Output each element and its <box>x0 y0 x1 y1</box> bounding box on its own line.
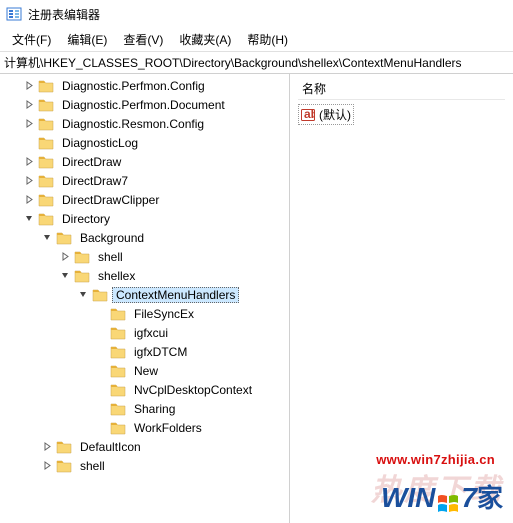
tree-item[interactable]: Diagnostic.Perfmon.Config <box>0 76 289 95</box>
tree-item[interactable]: shellex <box>0 266 289 285</box>
menu-view[interactable]: 查看(V) <box>115 29 171 50</box>
tree-item[interactable]: Directory <box>0 209 289 228</box>
regedit-icon <box>6 6 22 22</box>
tree-item-label: Diagnostic.Perfmon.Document <box>58 98 229 112</box>
folder-icon <box>38 79 54 93</box>
tree-item[interactable]: Background <box>0 228 289 247</box>
tree-item[interactable]: DirectDraw <box>0 152 289 171</box>
tree-item-label: WorkFolders <box>130 421 206 435</box>
tree-item-label: Directory <box>58 212 114 226</box>
tree-item-label: DirectDraw7 <box>58 174 132 188</box>
folder-icon <box>56 231 72 245</box>
window-title: 注册表编辑器 <box>28 6 100 23</box>
menu-help[interactable]: 帮助(H) <box>239 29 296 50</box>
tree-item[interactable]: DirectDrawClipper <box>0 190 289 209</box>
tree-item-label: DirectDrawClipper <box>58 193 163 207</box>
chevron-right-icon[interactable] <box>22 79 36 93</box>
tree-item-label: DiagnosticLog <box>58 136 142 150</box>
titlebar: 注册表编辑器 <box>0 0 513 28</box>
chevron-right-icon[interactable] <box>22 98 36 112</box>
tree-item-label: NvCplDesktopContext <box>130 383 256 397</box>
folder-icon <box>38 212 54 226</box>
tree-item[interactable]: WorkFolders <box>0 418 289 437</box>
tree-item[interactable]: shell <box>0 247 289 266</box>
value-row[interactable]: ab (默认) <box>298 104 354 125</box>
menu-file[interactable]: 文件(F) <box>4 29 59 50</box>
tree-item-label: New <box>130 364 162 378</box>
tree-item[interactable]: igfxcui <box>0 323 289 342</box>
address-path: 计算机\HKEY_CLASSES_ROOT\Directory\Backgrou… <box>4 54 462 71</box>
tree-item[interactable]: igfxDTCM <box>0 342 289 361</box>
folder-icon <box>110 307 126 321</box>
folder-icon <box>38 136 54 150</box>
tree-item[interactable]: ContextMenuHandlers <box>0 285 289 304</box>
values-pane[interactable]: 名称 ab (默认) <box>290 74 513 523</box>
folder-icon <box>110 402 126 416</box>
menubar: 文件(F) 编辑(E) 查看(V) 收藏夹(A) 帮助(H) <box>0 28 513 52</box>
tree-item-label: FileSyncEx <box>130 307 198 321</box>
string-value-icon: ab <box>301 108 315 122</box>
tree-item-label: Background <box>76 231 148 245</box>
tree-item-label: Sharing <box>130 402 179 416</box>
tree-item-label: shellex <box>94 269 139 283</box>
column-header-name[interactable]: 名称 <box>298 78 505 100</box>
folder-icon <box>110 326 126 340</box>
content-area: Diagnostic.Perfmon.Config Diagnostic.Perf… <box>0 74 513 523</box>
tree-item-label: ContextMenuHandlers <box>112 287 239 303</box>
chevron-right-icon[interactable] <box>22 174 36 188</box>
tree-item-label: shell <box>94 250 127 264</box>
tree-item[interactable]: DirectDraw7 <box>0 171 289 190</box>
tree-item[interactable]: Sharing <box>0 399 289 418</box>
folder-icon <box>38 174 54 188</box>
tree-item-label: igfxDTCM <box>130 345 191 359</box>
svg-text:ab: ab <box>304 108 315 121</box>
tree-item[interactable]: FileSyncEx <box>0 304 289 323</box>
value-name: (默认) <box>319 106 351 123</box>
folder-icon <box>74 269 90 283</box>
folder-icon <box>56 440 72 454</box>
chevron-down-icon[interactable] <box>40 231 54 245</box>
tree-item[interactable]: shell <box>0 456 289 475</box>
tree-item-label: Diagnostic.Perfmon.Config <box>58 79 209 93</box>
chevron-down-icon[interactable] <box>22 212 36 226</box>
folder-icon <box>56 459 72 473</box>
tree-item-label: DefaultIcon <box>76 440 145 454</box>
folder-icon <box>38 117 54 131</box>
chevron-right-icon[interactable] <box>40 459 54 473</box>
folder-icon <box>92 288 108 302</box>
folder-icon <box>38 155 54 169</box>
folder-icon <box>110 421 126 435</box>
folder-icon <box>74 250 90 264</box>
folder-icon <box>110 345 126 359</box>
tree-item[interactable]: DefaultIcon <box>0 437 289 456</box>
chevron-right-icon[interactable] <box>40 440 54 454</box>
tree-item[interactable]: New <box>0 361 289 380</box>
chevron-right-icon[interactable] <box>22 193 36 207</box>
chevron-right-icon[interactable] <box>58 250 72 264</box>
tree-item-label: shell <box>76 459 109 473</box>
tree-item[interactable]: Diagnostic.Resmon.Config <box>0 114 289 133</box>
tree-item-label: DirectDraw <box>58 155 125 169</box>
menu-edit[interactable]: 编辑(E) <box>59 29 115 50</box>
address-bar[interactable]: 计算机\HKEY_CLASSES_ROOT\Directory\Backgrou… <box>0 52 513 74</box>
tree-item[interactable]: DiagnosticLog <box>0 133 289 152</box>
tree-item[interactable]: NvCplDesktopContext <box>0 380 289 399</box>
chevron-right-icon[interactable] <box>22 117 36 131</box>
tree-item[interactable]: Diagnostic.Perfmon.Document <box>0 95 289 114</box>
menu-favorites[interactable]: 收藏夹(A) <box>171 29 239 50</box>
folder-icon <box>110 364 126 378</box>
tree-item-label: Diagnostic.Resmon.Config <box>58 117 208 131</box>
folder-icon <box>38 193 54 207</box>
chevron-down-icon[interactable] <box>58 269 72 283</box>
chevron-down-icon[interactable] <box>76 288 90 302</box>
folder-icon <box>110 383 126 397</box>
folder-icon <box>38 98 54 112</box>
tree-item-label: igfxcui <box>130 326 172 340</box>
chevron-right-icon[interactable] <box>22 155 36 169</box>
tree-pane[interactable]: Diagnostic.Perfmon.Config Diagnostic.Perf… <box>0 74 290 523</box>
